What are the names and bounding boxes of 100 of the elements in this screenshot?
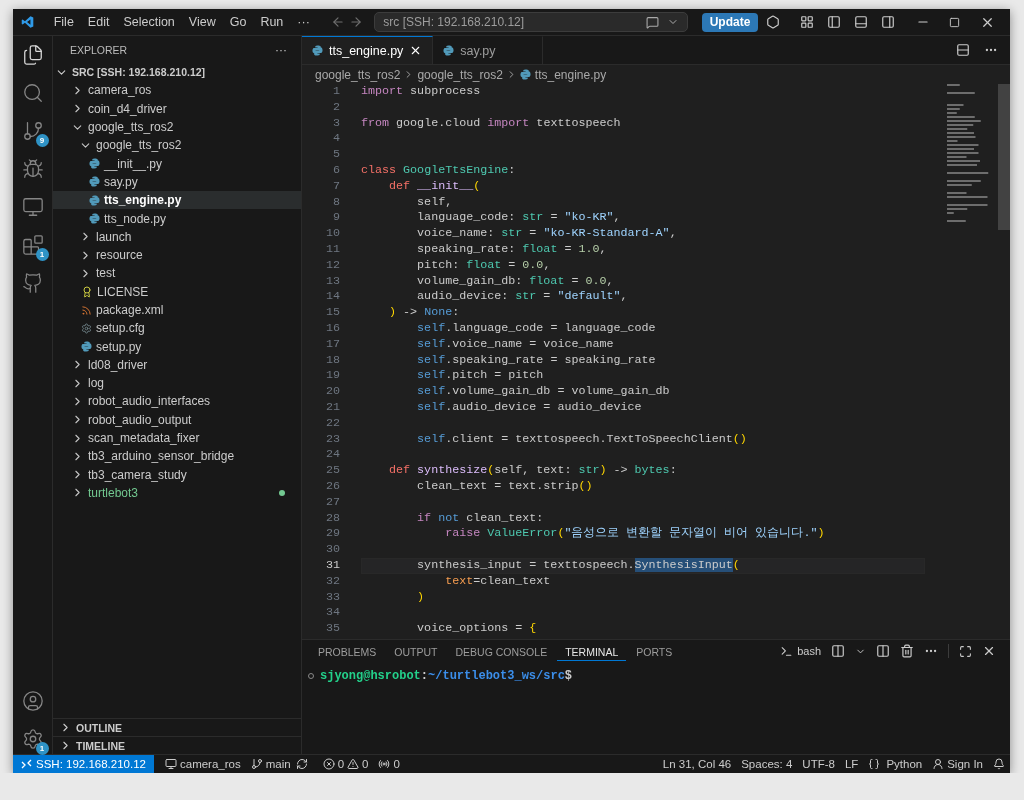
sync-icon[interactable] bbox=[295, 758, 308, 770]
breadcrumb[interactable]: tts_engine.py bbox=[519, 67, 607, 82]
panel-tab[interactable]: DEBUG CONSOLE bbox=[447, 641, 556, 661]
account-icon[interactable] bbox=[21, 690, 44, 712]
editor-tab[interactable]: tts_engine.py bbox=[302, 36, 434, 64]
menu-item[interactable]: File bbox=[48, 13, 79, 31]
code-line: from google.cloud import texttospeech bbox=[361, 115, 622, 132]
braces-icon bbox=[868, 758, 881, 770]
code-line: text=clean_text bbox=[444, 573, 552, 590]
panel-right-icon[interactable] bbox=[880, 15, 895, 29]
panel-tab[interactable]: TERMINAL bbox=[557, 641, 627, 661]
panel-bottom-icon[interactable] bbox=[853, 15, 868, 29]
more-menu[interactable]: ··· bbox=[292, 13, 315, 31]
menu-item[interactable]: View bbox=[183, 13, 221, 31]
more-button[interactable]: ··· bbox=[275, 43, 287, 57]
trash-icon[interactable] bbox=[900, 644, 914, 658]
tree-item[interactable]: google_tts_ros2 bbox=[53, 136, 301, 155]
line-number: 27 bbox=[324, 494, 341, 511]
hexagon-icon[interactable] bbox=[766, 15, 781, 29]
tree-item[interactable]: package.xml bbox=[53, 300, 301, 320]
branch-icon[interactable] bbox=[21, 120, 44, 142]
split-icon[interactable] bbox=[876, 644, 890, 658]
menu-item[interactable]: Selection bbox=[118, 13, 180, 31]
settings-icon[interactable] bbox=[21, 728, 44, 750]
line-ending[interactable]: LF bbox=[839, 758, 864, 770]
scrollbar-thumb[interactable] bbox=[998, 84, 1010, 230]
encoding[interactable]: UTF-8 bbox=[797, 758, 840, 770]
tree-item[interactable]: log bbox=[53, 374, 301, 393]
maximize-icon[interactable] bbox=[949, 16, 961, 28]
section-header[interactable]: OUTLINE bbox=[53, 718, 301, 736]
problems-item[interactable]: 0 0 bbox=[317, 758, 374, 770]
tree-item[interactable]: google_tts_ros2 bbox=[53, 117, 301, 137]
line-number: 3 bbox=[332, 115, 341, 132]
menu-item[interactable]: Run bbox=[255, 13, 289, 31]
maximize-panel-icon[interactable] bbox=[959, 644, 972, 658]
indentation[interactable]: Spaces: 4 bbox=[736, 758, 798, 770]
monitor-icon[interactable] bbox=[21, 196, 44, 218]
tree-item[interactable]: robot_audio_interfaces bbox=[53, 392, 301, 411]
project-item[interactable]: camera_ros bbox=[160, 758, 246, 770]
tree-item[interactable]: ld08_driver bbox=[53, 355, 301, 375]
tree-item[interactable]: tb3_arduino_sensor_bridge bbox=[53, 447, 301, 466]
line-number: 7 bbox=[332, 178, 341, 195]
workspace-root[interactable]: SRC [SSH: 192.168.210.12] bbox=[53, 63, 301, 82]
blocks-icon[interactable] bbox=[21, 234, 44, 256]
tree-item[interactable]: test bbox=[53, 264, 301, 283]
chat-icon[interactable] bbox=[645, 15, 659, 29]
split-editor-icon[interactable] bbox=[956, 43, 970, 57]
code-line: self.volume_gain_db = volume_gain_db bbox=[416, 384, 671, 400]
split-terminal-icon[interactable] bbox=[831, 644, 845, 658]
code-line: ) bbox=[416, 589, 426, 606]
command-center[interactable]: src [SSH: 192.168.210.12] bbox=[374, 12, 688, 32]
tree-item[interactable]: tts_engine.py bbox=[53, 191, 301, 210]
tree-item[interactable]: tb3_camera_study bbox=[53, 465, 301, 484]
tree-item[interactable]: coin_d4_driver bbox=[53, 99, 301, 118]
tree-item[interactable]: setup.cfg bbox=[53, 319, 301, 338]
tree-item[interactable]: camera_ros bbox=[53, 81, 301, 100]
tree-item[interactable]: say.py bbox=[53, 172, 301, 192]
files-icon[interactable] bbox=[21, 44, 44, 66]
remote-indicator[interactable]: SSH: 192.168.210.12 bbox=[13, 755, 154, 773]
github-icon[interactable] bbox=[21, 272, 44, 294]
panel-tab[interactable]: OUTPUT bbox=[386, 641, 446, 661]
app-logo bbox=[21, 14, 35, 30]
sign-in[interactable]: Sign In bbox=[927, 758, 988, 770]
search-icon[interactable] bbox=[21, 82, 44, 104]
panel-tab[interactable]: PROBLEMS bbox=[310, 641, 385, 661]
bell-icon[interactable] bbox=[993, 758, 1005, 770]
breadcrumb[interactable]: google_tts_ros2 bbox=[315, 67, 401, 82]
forward-arrow-icon[interactable] bbox=[349, 15, 364, 29]
language-mode[interactable]: Python bbox=[863, 758, 928, 770]
ports-item[interactable]: 0 bbox=[373, 758, 405, 770]
menu-item[interactable]: Edit bbox=[82, 13, 115, 31]
tree-item[interactable]: scan_metadata_fixer bbox=[53, 428, 301, 448]
tree-item[interactable]: setup.py bbox=[53, 337, 301, 356]
close-icon[interactable] bbox=[982, 644, 996, 658]
branch-item[interactable]: main bbox=[245, 758, 296, 770]
gear-icon bbox=[81, 322, 92, 334]
tree-item[interactable]: __init__.py bbox=[53, 154, 301, 173]
panel-left-icon[interactable] bbox=[826, 15, 841, 29]
tree-item[interactable]: launch bbox=[53, 227, 301, 246]
update-button[interactable]: Update bbox=[701, 12, 759, 32]
panel-tab[interactable]: PORTS bbox=[628, 641, 681, 661]
line-number: 30 bbox=[324, 542, 341, 558]
bug-icon[interactable] bbox=[21, 158, 44, 180]
tree-item[interactable]: turtlebot3 bbox=[53, 483, 301, 503]
cursor-position[interactable]: Ln 31, Col 46 bbox=[657, 758, 737, 770]
terminal-shell[interactable]: bash bbox=[780, 644, 821, 658]
breadcrumb[interactable]: google_tts_ros2 bbox=[417, 67, 503, 82]
line-number: 12 bbox=[324, 257, 341, 274]
layout-icon[interactable] bbox=[799, 15, 814, 29]
tree-item[interactable]: robot_audio_output bbox=[53, 410, 301, 429]
tree-item[interactable]: tts_node.py bbox=[53, 209, 301, 228]
tree-item[interactable]: LICENSE bbox=[53, 282, 301, 301]
line-number: 4 bbox=[332, 131, 341, 148]
back-arrow-icon[interactable] bbox=[331, 15, 346, 29]
python-icon bbox=[519, 69, 531, 80]
tree-item[interactable]: resource bbox=[53, 245, 301, 265]
code-line: def __init__( bbox=[388, 178, 482, 195]
menu-item[interactable]: Go bbox=[224, 13, 252, 31]
monitor-icon bbox=[165, 758, 177, 770]
code-line: def synthesize(self, text: str) -> bytes: bbox=[388, 463, 678, 479]
